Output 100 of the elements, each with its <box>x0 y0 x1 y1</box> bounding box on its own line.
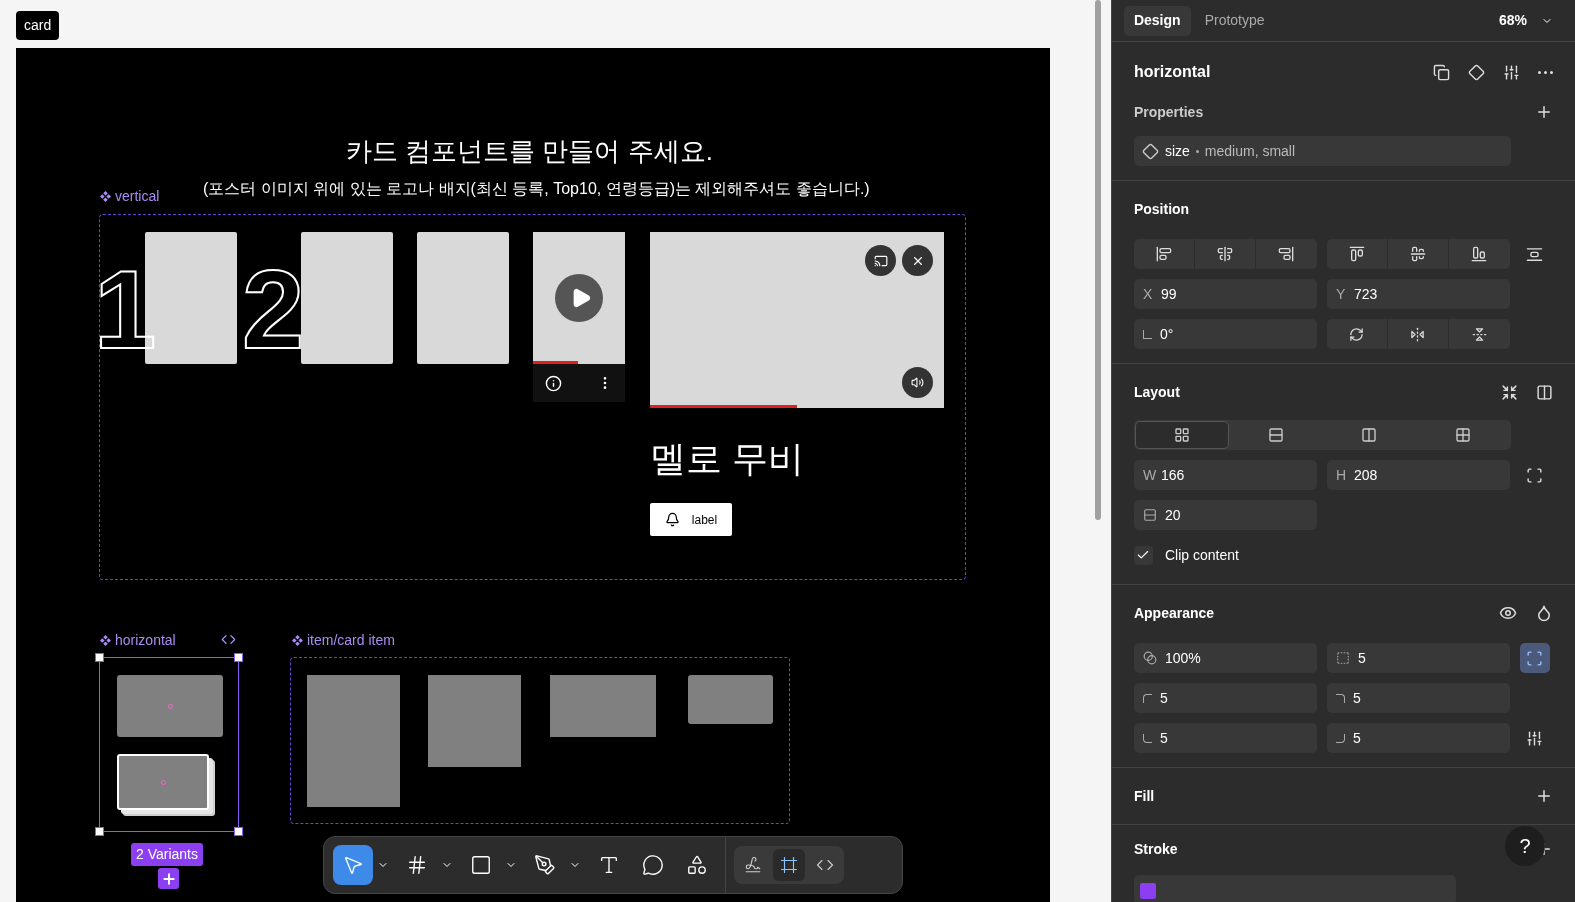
field-value: 5 <box>1357 648 1366 668</box>
corner-icon <box>1335 733 1345 743</box>
y-field[interactable]: Y 723 <box>1326 279 1510 309</box>
opacity-field[interactable]: 100% <box>1133 643 1317 673</box>
more-icon <box>1538 70 1553 74</box>
corner-radius-field[interactable]: 5 <box>1326 683 1510 713</box>
field-value: 208 <box>1353 465 1378 485</box>
flip-vertical-icon <box>1471 326 1487 342</box>
subheading: (포스터 이미지 위에 있는 로고나 배지(최신 등록, Top10, 연령등급)는 제외해주셔도 좋습니다.) <box>203 179 870 199</box>
cast-button[interactable] <box>865 245 896 276</box>
section-title: Layout <box>1133 382 1180 402</box>
scrollbar[interactable] <box>1095 0 1101 520</box>
resize-icon <box>1525 466 1543 484</box>
add-variant-button[interactable] <box>158 868 179 889</box>
square-icon <box>470 854 492 876</box>
field-label: H <box>1335 465 1346 485</box>
radius-field[interactable]: 5 <box>1326 643 1510 673</box>
clip-content-checkbox[interactable] <box>1133 545 1153 565</box>
flip-horizontal-icon <box>1410 326 1426 342</box>
variants-badge: 2 Variants <box>131 843 203 866</box>
align-bottom-icon <box>1471 246 1488 262</box>
rows-icon <box>1267 427 1284 443</box>
corner-radius-field[interactable]: 5 <box>1133 683 1317 713</box>
panel-tab[interactable]: Prototype <box>1194 5 1275 36</box>
component-label[interactable]: item/card item <box>292 630 395 651</box>
move-tool[interactable] <box>333 845 373 885</box>
shapes-icon <box>686 854 708 876</box>
corner-radius-field[interactable]: 5 <box>1326 723 1510 753</box>
resize-handle[interactable] <box>95 827 104 836</box>
align-center-icon <box>1216 246 1233 262</box>
volume-button[interactable] <box>902 367 933 398</box>
field-value: 166 <box>1160 465 1185 485</box>
panel-tab[interactable]: Design <box>1123 5 1191 36</box>
layout-mode-option[interactable] <box>1134 421 1229 449</box>
component-icon <box>1468 63 1485 81</box>
hash-icon <box>406 854 428 876</box>
width-field[interactable]: W 166 <box>1133 460 1317 490</box>
property-pill[interactable]: size medium, small <box>1133 136 1511 166</box>
section-title: Appearance <box>1133 603 1215 623</box>
align-left-icon <box>1155 246 1172 262</box>
corner-icon <box>1335 693 1345 703</box>
help-button[interactable]: ? <box>1505 826 1545 866</box>
radius-icon <box>1335 651 1350 665</box>
layer-name: horizontal <box>1133 62 1211 82</box>
horizontal-align-group[interactable] <box>1133 239 1317 269</box>
opacity-icon <box>1142 651 1157 665</box>
volume-icon <box>911 376 924 389</box>
field-value: 0° <box>1159 324 1174 344</box>
resize-handle[interactable] <box>95 653 104 662</box>
component-icon <box>292 635 303 646</box>
field-value: 5 <box>1352 728 1361 748</box>
design-mode-button[interactable] <box>773 849 805 881</box>
vertical-align-group[interactable] <box>1326 239 1510 269</box>
movie-title: 멜로 무비 <box>650 437 804 481</box>
text-icon <box>598 854 620 876</box>
diamond-icon <box>1141 142 1159 160</box>
auto-layout-icon <box>1536 383 1553 401</box>
section-title: Stroke <box>1133 839 1178 859</box>
progress-fill <box>533 361 579 364</box>
scribble-icon <box>744 856 762 874</box>
code-icon <box>221 632 236 647</box>
angle-icon <box>1142 329 1152 339</box>
resize-handle[interactable] <box>234 653 243 662</box>
rank-number: 2 <box>242 258 305 362</box>
independent-corners-toggle[interactable] <box>1519 643 1550 673</box>
height-field[interactable]: H 208 <box>1326 460 1510 490</box>
align-middle-icon <box>1409 246 1426 262</box>
rotation-field[interactable]: 0° <box>1133 319 1317 349</box>
grid-icon <box>1455 427 1472 443</box>
resize-handle[interactable] <box>234 827 243 836</box>
pointer-icon <box>342 854 364 876</box>
section-title: Properties <box>1133 102 1204 122</box>
field-value: 99 <box>1160 284 1177 304</box>
field-value: 5 <box>1159 728 1168 748</box>
component-label[interactable]: vertical <box>100 186 160 207</box>
frame-label[interactable]: card <box>16 11 60 40</box>
notify-button[interactable]: label <box>650 503 732 536</box>
close-button[interactable] <box>902 245 933 276</box>
zoom-menu[interactable]: 68% <box>1498 10 1563 31</box>
pen-icon <box>534 854 556 876</box>
component-label[interactable]: horizontal <box>100 630 176 651</box>
component-icon <box>100 635 111 646</box>
distribute-icon <box>1525 245 1543 263</box>
x-field[interactable]: X 99 <box>1133 279 1317 309</box>
section-title: Fill <box>1133 786 1155 806</box>
copy-icon <box>1433 63 1450 81</box>
rotate-icon <box>1349 326 1365 342</box>
play-button[interactable] <box>555 274 603 322</box>
check-icon <box>1136 548 1151 562</box>
freeform-icon <box>1173 427 1190 443</box>
field-label: Y <box>1335 284 1346 304</box>
align-right-icon <box>1278 246 1295 262</box>
frame-icon <box>780 856 798 874</box>
shrink-icon <box>1501 383 1518 401</box>
gap-field[interactable]: 20 <box>1133 500 1317 530</box>
transform-group[interactable] <box>1326 319 1510 349</box>
corner-radius-field[interactable]: 5 <box>1133 723 1317 753</box>
align-top-icon <box>1348 246 1365 262</box>
field-value: 723 <box>1353 284 1378 304</box>
stroke-color-field[interactable] <box>1133 875 1456 902</box>
